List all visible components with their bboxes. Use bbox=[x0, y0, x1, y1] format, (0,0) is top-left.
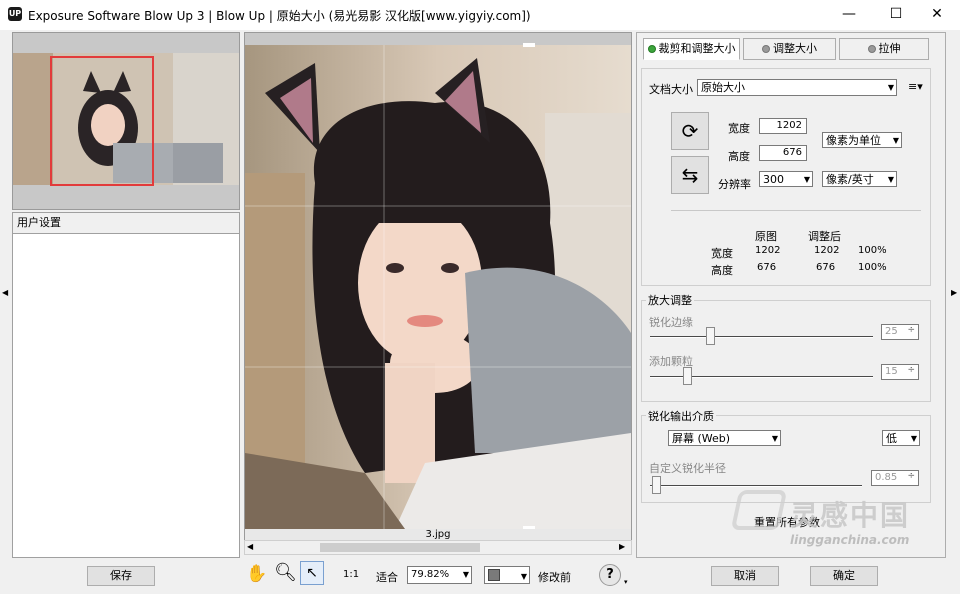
radius-label: 自定义锐化半径 bbox=[649, 462, 726, 475]
sharpen-slider-track[interactable] bbox=[650, 336, 873, 338]
watermark-logo bbox=[730, 490, 788, 530]
summary-percent: 100% bbox=[858, 262, 887, 273]
enlarge-title: 放大调整 bbox=[646, 292, 694, 308]
zoom-tool-icon[interactable]: 🔍︎ bbox=[274, 562, 297, 583]
hand-tool-icon[interactable]: ✋ bbox=[246, 564, 267, 584]
sharpen-slider-thumb[interactable] bbox=[705, 327, 715, 345]
summary-row-label: 宽度 bbox=[711, 247, 733, 260]
rotate-icon: ⟳ bbox=[681, 119, 699, 143]
chevron-down-icon: ▼ bbox=[520, 572, 527, 581]
scroll-left-icon[interactable]: ◀ bbox=[247, 542, 253, 551]
user-settings-header: 用户设置 bbox=[13, 213, 239, 234]
dot-icon bbox=[762, 45, 770, 53]
ok-button[interactable]: 确定 bbox=[810, 566, 878, 586]
docsize-label: 文档大小 bbox=[649, 83, 693, 96]
radius-input[interactable]: 0.85 ÷ bbox=[871, 470, 919, 486]
minimize-button[interactable]: — bbox=[826, 0, 872, 30]
ratio-button[interactable]: 1:1 bbox=[343, 569, 359, 580]
resolution-select[interactable]: 300 ▼ bbox=[759, 171, 813, 187]
summary-row-label: 高度 bbox=[711, 264, 733, 277]
chevron-down-icon: ▼ bbox=[892, 136, 899, 145]
resolution-unit-select[interactable]: 像素/英寸 ▼ bbox=[822, 171, 897, 187]
chevron-down-icon: ▼ bbox=[887, 175, 894, 184]
watermark-text: 灵感中国 bbox=[790, 499, 911, 532]
chevron-down-icon: ▼ bbox=[462, 570, 469, 579]
swap-orientation-button[interactable]: ⇆ bbox=[671, 156, 709, 194]
help-menu-icon[interactable]: ▾ bbox=[624, 578, 628, 586]
unit-select[interactable]: 像素为单位 ▼ bbox=[822, 132, 902, 148]
preview-image[interactable] bbox=[245, 33, 631, 530]
title-bar: UP Exposure Software Blow Up 3 | Blow Up… bbox=[0, 0, 960, 30]
grain-slider-thumb[interactable] bbox=[683, 367, 693, 385]
divider bbox=[671, 210, 921, 211]
strength-select[interactable]: 低 ▼ bbox=[882, 430, 920, 446]
summary-adjusted: 676 bbox=[816, 262, 836, 273]
width-input[interactable]: 1202 bbox=[759, 118, 807, 134]
chevron-down-icon: ▼ bbox=[910, 434, 917, 443]
collapse-left-icon[interactable]: ◀ bbox=[2, 288, 8, 297]
spinner-icon: ÷ bbox=[907, 325, 915, 335]
background-color-select[interactable]: ▼ bbox=[484, 566, 530, 584]
preview-filename: 3.jpg bbox=[245, 529, 631, 540]
fit-button[interactable]: 适合 bbox=[376, 569, 398, 585]
height-input[interactable]: 676 bbox=[759, 145, 807, 161]
output-title: 锐化输出介质 bbox=[646, 408, 716, 424]
sharpen-input[interactable]: 25 ÷ bbox=[881, 324, 919, 340]
spinner-icon: ÷ bbox=[907, 365, 915, 375]
swap-icon: ⇆ bbox=[681, 163, 699, 187]
preview-scrollbar[interactable]: ◀ ▶ bbox=[244, 540, 632, 555]
tab-crop-resize[interactable]: 裁剪和调整大小 bbox=[643, 38, 740, 60]
navigator-panel bbox=[12, 32, 240, 210]
height-label: 高度 bbox=[728, 150, 750, 163]
output-group bbox=[641, 415, 931, 503]
tab-resize[interactable]: 调整大小 bbox=[743, 38, 836, 60]
color-swatch bbox=[488, 569, 500, 581]
spinner-icon: ÷ bbox=[907, 471, 915, 481]
summary-original: 676 bbox=[757, 262, 777, 273]
chevron-down-icon: ▼ bbox=[771, 434, 778, 443]
user-settings-panel: 用户设置 bbox=[12, 212, 240, 558]
summary-percent: 100% bbox=[858, 245, 887, 256]
medium-select[interactable]: 屏幕 (Web) ▼ bbox=[668, 430, 781, 446]
collapse-right-icon[interactable]: ▶ bbox=[951, 288, 957, 297]
close-button[interactable]: ✕ bbox=[914, 0, 960, 30]
resolution-label: 分辨率 bbox=[718, 178, 751, 191]
app-icon: UP bbox=[8, 7, 22, 21]
dot-icon bbox=[867, 45, 876, 53]
navigator-thumbnail bbox=[13, 53, 239, 186]
before-button[interactable]: 修改前 bbox=[538, 569, 571, 585]
rotate-button[interactable]: ⟳ bbox=[671, 112, 709, 150]
tab-stretch[interactable]: 拉伸 bbox=[839, 38, 929, 60]
sharpen-label: 锐化边缘 bbox=[649, 316, 693, 329]
preview-panel: 3.jpg bbox=[244, 32, 632, 540]
scroll-right-icon[interactable]: ▶ bbox=[619, 542, 625, 551]
summary-adjusted: 1202 bbox=[814, 245, 840, 256]
select-tool-icon[interactable]: ↖ bbox=[300, 561, 324, 585]
save-button[interactable]: 保存 bbox=[87, 566, 155, 586]
maximize-button[interactable]: ☐ bbox=[873, 0, 919, 30]
cancel-button[interactable]: 取消 bbox=[711, 566, 779, 586]
grain-input[interactable]: 15 ÷ bbox=[881, 364, 919, 380]
summary-col-adjusted: 调整后 bbox=[808, 230, 841, 243]
window-title: Exposure Software Blow Up 3 | Blow Up | … bbox=[28, 9, 531, 23]
chevron-down-icon: ▼ bbox=[887, 83, 894, 92]
docsize-select[interactable]: 原始大小 ▼ bbox=[697, 79, 897, 96]
summary-col-original: 原图 bbox=[755, 230, 777, 243]
width-label: 宽度 bbox=[728, 122, 750, 135]
chevron-down-icon: ▼ bbox=[803, 175, 810, 184]
zoom-select[interactable]: 79.82% ▼ bbox=[407, 566, 472, 584]
summary-original: 1202 bbox=[755, 245, 781, 256]
menu-icon[interactable]: ≡▾ bbox=[908, 80, 923, 93]
watermark-url: lingganchina.com bbox=[790, 533, 910, 547]
scrollbar-thumb[interactable] bbox=[320, 543, 480, 552]
radius-slider-track[interactable] bbox=[650, 485, 862, 487]
radius-slider-thumb[interactable] bbox=[652, 476, 661, 494]
active-dot-icon bbox=[647, 45, 656, 53]
help-icon[interactable]: ? bbox=[599, 564, 621, 586]
